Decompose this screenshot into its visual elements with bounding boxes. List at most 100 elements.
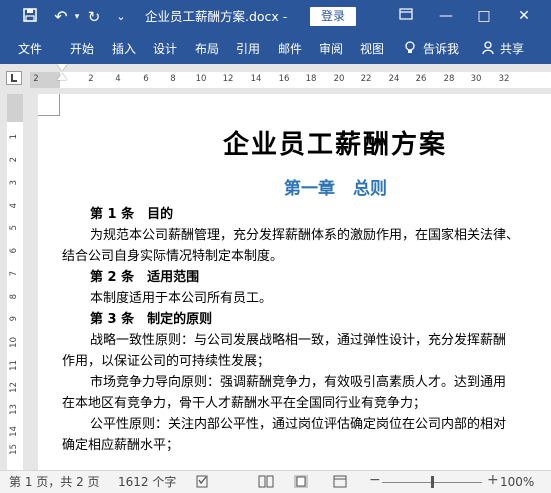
chapter-number: 第一章: [284, 179, 335, 199]
paragraph-line[interactable]: 公平性原则：关注内部公平性，通过岗位评估确定岗位在公司内部的相对: [90, 416, 506, 434]
zoom-out-button[interactable]: −: [369, 473, 381, 487]
document-page[interactable]: 企业员工薪酬方案 第一章 总则 第 1 条 目的 为规范本公司薪酬管理，充分发挥薪…: [38, 94, 551, 470]
ruler-tick: 8: [170, 74, 176, 84]
ruler-tick: 24: [388, 74, 400, 84]
ruler-tick: 4: [115, 74, 121, 84]
web-svg: [333, 475, 347, 488]
ruler-tick: 18: [305, 74, 317, 84]
hanging-indent-marker[interactable]: [57, 73, 67, 80]
ruler-row: 2 2 4 6 8 10 12 14 16 18 20 22 24 26 28 …: [0, 64, 551, 90]
vruler-tick: 4: [9, 203, 19, 209]
title-bar: ↶ ▾ ↻ ⌄ 企业员工薪酬方案.docx - 登录 — □ ✕: [0, 0, 551, 34]
ruler-tick: 28: [443, 74, 455, 84]
vruler-tick: 14: [9, 426, 19, 437]
vruler-tick: 1: [9, 134, 19, 140]
first-line-indent-marker[interactable]: [57, 64, 67, 71]
word-count[interactable]: 1612 个字: [118, 475, 176, 489]
ribbon-display-options-icon[interactable]: [392, 4, 420, 28]
ruler-tick: 12: [222, 74, 234, 84]
vruler-tick: 10: [9, 337, 19, 348]
vertical-ruler[interactable]: 1 2 3 4 5 6 7 8 9 10 11 12 13 14 15: [7, 94, 23, 470]
document-area: 企业员工薪酬方案 第一章 总则 第 1 条 目的 为规范本公司薪酬管理，充分发挥薪…: [30, 90, 551, 470]
paragraph-line[interactable]: 本制度适用于本公司所有员工。: [90, 290, 272, 308]
read-mode-icon[interactable]: [258, 475, 274, 491]
vruler-tick: 6: [9, 248, 19, 254]
share-button[interactable]: 共享: [500, 41, 524, 57]
proofing-svg: [196, 475, 208, 488]
save-icon-svg: [23, 8, 37, 22]
login-button[interactable]: 登录: [310, 7, 356, 26]
tab-design[interactable]: 设计: [153, 41, 177, 57]
vruler-tick: 8: [9, 294, 19, 300]
share-icon: [482, 41, 494, 59]
vruler-tick: 13: [9, 404, 19, 415]
page-svg: [294, 475, 308, 488]
ruler-tick: 30: [470, 74, 482, 84]
status-bar: 第 1 页，共 2 页 1612 个字 − + 100%: [0, 470, 551, 493]
tell-me-icon: [404, 41, 416, 59]
vruler-tick: 2: [9, 157, 19, 163]
paragraph-line[interactable]: 为规范本公司薪酬管理，充分发挥薪酬体系的激励作用，在国家相关法律、: [90, 227, 519, 245]
proofing-icon[interactable]: [196, 475, 210, 491]
tell-me-box[interactable]: 告诉我: [423, 41, 459, 57]
ruler-tick: 22: [360, 74, 372, 84]
tab-review[interactable]: 审阅: [319, 41, 343, 57]
tab-references[interactable]: 引用: [236, 41, 260, 57]
tab-file[interactable]: 文件: [18, 41, 42, 57]
page-count[interactable]: 第 1 页，共 2 页: [9, 475, 100, 489]
person-icon: [482, 41, 494, 55]
document-title[interactable]: 企业员工薪酬方案: [223, 124, 447, 161]
ruler-tick: 32: [498, 74, 510, 84]
web-layout-icon[interactable]: [333, 475, 347, 491]
vruler-tick: 11: [9, 360, 19, 371]
paragraph-line[interactable]: 结合公司自身实际情况特制定本制度。: [62, 248, 283, 266]
tab-mailings[interactable]: 邮件: [278, 41, 302, 57]
chapter-heading[interactable]: 第一章 总则: [284, 174, 405, 199]
vertical-ruler-top-margin: [7, 94, 23, 122]
undo-icon[interactable]: ↶: [50, 8, 72, 26]
close-button[interactable]: ✕: [510, 4, 538, 28]
zoom-in-button[interactable]: +: [487, 473, 499, 487]
vruler-tick: 15: [9, 444, 19, 455]
tab-view[interactable]: 视图: [360, 41, 384, 57]
minimize-button[interactable]: —: [432, 4, 460, 28]
article-heading[interactable]: 第 2 条 适用范围: [90, 269, 199, 287]
vruler-tick: 9: [9, 316, 19, 322]
redo-icon[interactable]: ↻: [84, 8, 104, 26]
paragraph-line[interactable]: 在本地区有竞争力，骨干人才薪酬水平在全国同行业有竞争力；: [62, 395, 426, 413]
zoom-level[interactable]: 100%: [500, 475, 534, 489]
paragraph-line[interactable]: 确定相应薪酬水平；: [62, 437, 179, 455]
ruler-tick: 14: [250, 74, 262, 84]
ribbon-tabs: 文件 开始 插入 设计 布局 引用 邮件 审阅 视图 告诉我 共享: [0, 34, 551, 64]
tab-insert[interactable]: 插入: [112, 41, 136, 57]
zoom-slider-thumb[interactable]: [431, 476, 434, 488]
paragraph-line[interactable]: 战略一致性原则：与公司发展战略相一致，通过弹性设计，充分发挥薪酬: [90, 332, 506, 350]
ruler-tick: 26: [415, 74, 427, 84]
article-heading[interactable]: 第 3 条 制定的原则: [90, 311, 212, 329]
article-heading[interactable]: 第 1 条 目的: [90, 206, 173, 224]
ruler-tick: 20: [333, 74, 345, 84]
window-title: 企业员工薪酬方案.docx -: [145, 9, 288, 24]
tab-layout[interactable]: 布局: [195, 41, 219, 57]
ruler-tick: 2: [88, 74, 94, 84]
maximize-button[interactable]: □: [470, 4, 498, 28]
save-icon[interactable]: [20, 8, 40, 26]
tab-selector[interactable]: [6, 71, 22, 85]
customize-toolbar-icon[interactable]: ⌄: [114, 8, 128, 26]
paragraph-line[interactable]: 市场竞争力导向原则：强调薪酬竞争力，有效吸引高素质人才。达到通用: [90, 374, 506, 392]
tab-home[interactable]: 开始: [70, 41, 94, 57]
vruler-tick: 5: [9, 225, 19, 231]
ruler-tick: 10: [195, 74, 207, 84]
ribbon-display-svg: [399, 8, 413, 20]
vruler-tick: 7: [9, 271, 19, 277]
book-svg: [258, 475, 274, 488]
paragraph-line[interactable]: 作用，以保证公司的可持续性发展；: [62, 353, 270, 371]
ruler-tick: 2: [33, 74, 39, 84]
ruler-tick: 6: [143, 74, 149, 84]
margin-crop-mark: [38, 94, 60, 116]
horizontal-ruler[interactable]: 2 2 4 6 8 10 12 14 16 18 20 22 24 26 28 …: [30, 72, 551, 88]
undo-dropdown-icon[interactable]: ▾: [72, 8, 82, 26]
print-layout-icon[interactable]: [294, 475, 308, 491]
ruler-tick: 16: [278, 74, 290, 84]
chapter-name: 总则: [353, 179, 387, 199]
